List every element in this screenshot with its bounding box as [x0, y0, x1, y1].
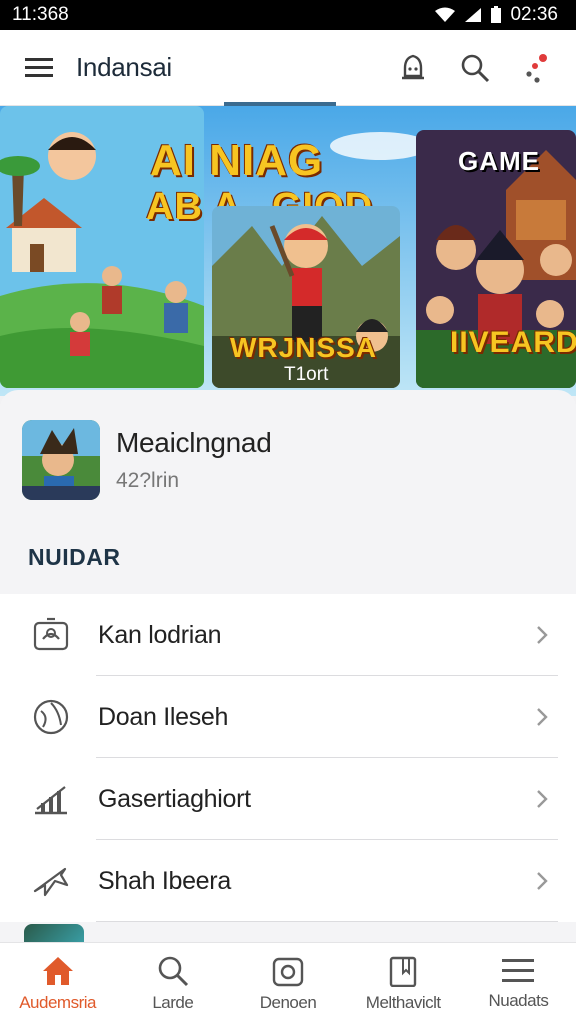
content-sheet: Meaiclngnad 42?lrin NUIDAR Kan lodrian D…	[0, 390, 576, 950]
featured-game[interactable]: Meaiclngnad 42?lrin	[22, 420, 272, 500]
status-clock: 02:36	[510, 4, 558, 25]
battery-icon	[491, 6, 502, 23]
more-dots-icon	[526, 53, 547, 83]
game-thumbnail	[22, 420, 100, 500]
nav-item-home[interactable]: Audemsria	[0, 943, 115, 1024]
nav-label: Audemsria	[19, 992, 96, 1012]
nav-item-library[interactable]: Melthaviclt	[346, 943, 461, 1024]
nav-label: Melthaviclt	[365, 992, 441, 1012]
menu-item-label: Shah Ibeera	[98, 866, 231, 895]
app-title: Indansai	[76, 52, 172, 82]
status-bar: 11:368 02:36	[0, 0, 576, 30]
globe-icon	[33, 699, 69, 735]
more-options-button[interactable]	[520, 51, 554, 85]
wifi-icon	[435, 7, 456, 22]
menu-item-label: Kan lodrian	[98, 620, 222, 649]
home-icon	[42, 956, 73, 985]
contacts-icon	[33, 617, 69, 651]
banner-3-subtitle: IIVEARD	[450, 326, 576, 359]
chevron-right-icon	[537, 708, 548, 726]
nav-item-menu[interactable]: Nuadats	[461, 943, 576, 1024]
banner-3[interactable]: GAME IIVEARD	[416, 130, 576, 388]
game-name: Meaiclngnad	[116, 427, 272, 458]
banner-2-subtitle: T1ort	[284, 364, 329, 385]
nav-label: Larde	[152, 992, 194, 1012]
bell-icon	[402, 54, 424, 79]
game-thumbnail-art	[22, 420, 100, 500]
status-time: 11:368	[12, 4, 69, 25]
chevron-right-icon	[537, 626, 548, 644]
menu-list: Kan lodrian Doan Ileseh Gasertiaghiort S…	[0, 594, 576, 922]
menu-item-3[interactable]: Gasertiaghiort	[0, 758, 576, 840]
nav-label: Nuadats	[488, 990, 549, 1010]
menu-item-label: Gasertiaghiort	[98, 784, 251, 813]
search-icon	[158, 956, 188, 986]
search-icon	[461, 54, 490, 82]
chevron-right-icon	[537, 790, 548, 808]
chevron-right-icon	[537, 872, 548, 890]
chart-icon	[35, 786, 67, 815]
hamburger-menu-button[interactable]	[22, 51, 56, 85]
nav-item-search[interactable]: Larde	[115, 943, 230, 1024]
plane-icon	[33, 867, 69, 897]
banner-2-title: WRJNSSA	[230, 332, 378, 363]
app-bar: Indansai	[0, 30, 576, 106]
banner-1-title: AI NIAG	[150, 136, 324, 185]
menu-item-1[interactable]: Kan lodrian	[0, 594, 576, 676]
book-icon	[390, 956, 417, 987]
camera-icon	[272, 957, 304, 986]
notifications-button[interactable]	[396, 51, 430, 85]
hamburger-icon	[25, 57, 53, 77]
search-button[interactable]	[458, 51, 492, 85]
featured-carousel[interactable]: AI NIAG AB A GIOD WRJNSSA T1ort	[0, 106, 576, 396]
nav-label: Denoen	[259, 992, 317, 1012]
menu-item-4[interactable]: Shah Ibeera	[0, 840, 576, 922]
menu-icon	[502, 958, 535, 982]
menu-item-label: Doan Ileseh	[98, 702, 229, 731]
section-heading: NUIDAR	[28, 544, 121, 570]
nav-item-camera[interactable]: Denoen	[230, 943, 345, 1024]
bottom-navigation: Audemsria Larde Denoen Melthaviclt Nuada…	[0, 942, 576, 1024]
game-subtitle: 42?lrin	[116, 469, 180, 492]
banner-2[interactable]: WRJNSSA T1ort	[212, 206, 400, 388]
banner-3-title: GAME	[458, 146, 540, 176]
signal-icon	[465, 8, 482, 22]
menu-item-2[interactable]: Doan Ileseh	[0, 676, 576, 758]
